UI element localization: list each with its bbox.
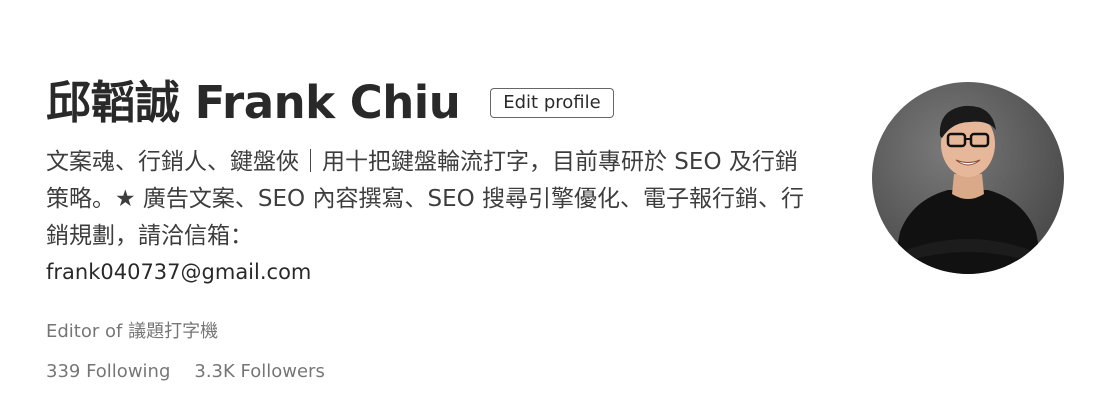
editor-of-line: Editor of 議題打字機 [46, 315, 826, 349]
name-row: 邱韜誠 Frank Chiu Edit profile [46, 68, 826, 136]
profile-bio: 文案魂、行銷人、鍵盤俠｜用十把鍵盤輪流打字，目前專研於 SEO 及行銷策略。★ … [46, 149, 805, 249]
publication-link[interactable]: 議題打字機 [128, 321, 218, 342]
following-link[interactable]: 339 Following [46, 355, 170, 389]
profile-email: frank040737@gmail.com [46, 260, 312, 284]
follow-stats: 339 Following 3.3K Followers [46, 355, 826, 389]
avatar[interactable] [872, 82, 1064, 274]
profile-name: 邱韜誠 Frank Chiu [46, 75, 461, 129]
edit-profile-button[interactable]: Edit profile [490, 88, 614, 118]
followers-link[interactable]: 3.3K Followers [194, 355, 324, 389]
profile-header: 邱韜誠 Frank Chiu Edit profile 文案魂、行銷人、鍵盤俠｜… [46, 68, 826, 389]
editor-prefix: Editor of [46, 321, 123, 342]
profile-photo-icon [892, 105, 1044, 274]
